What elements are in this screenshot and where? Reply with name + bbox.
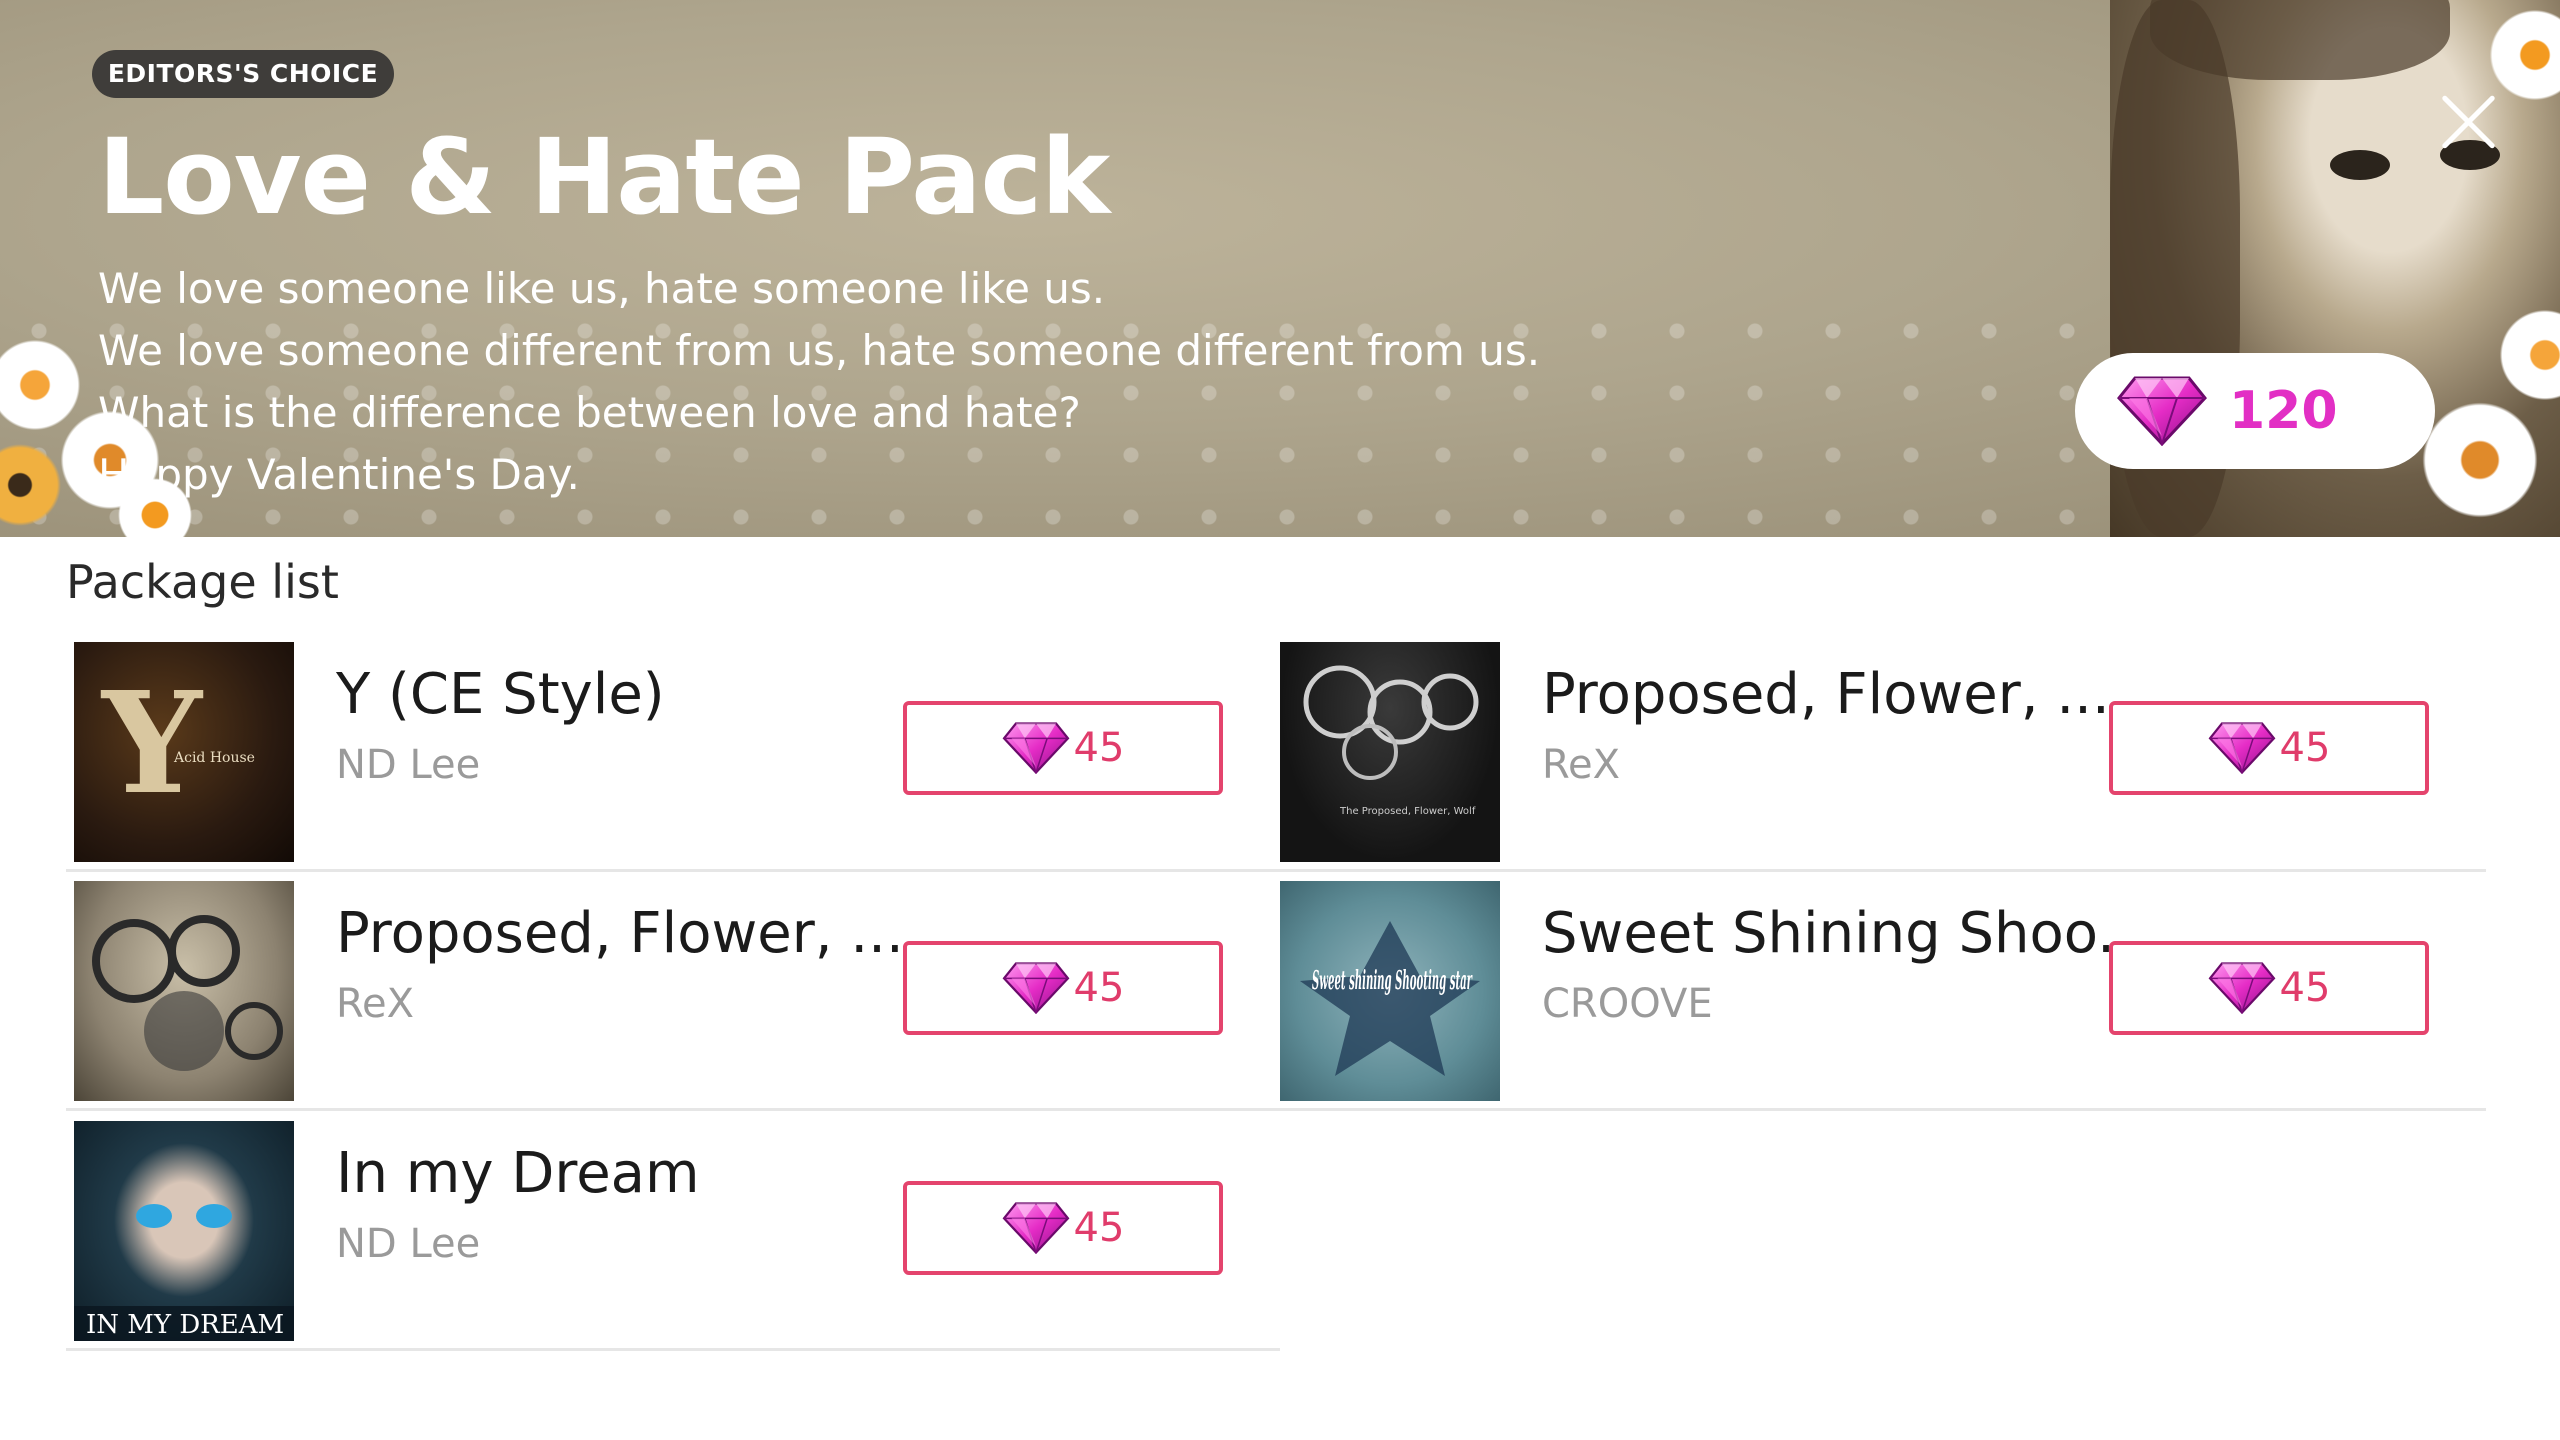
cover-art: IN MY DREAM [74, 1204, 294, 1341]
package-list-heading: Package list [66, 555, 339, 609]
song-artist: ReX [336, 981, 415, 1027]
gem-icon [2208, 722, 2276, 774]
row-divider [66, 869, 1280, 872]
cover-art: The Proposed, Flower, Wolf [1303, 665, 1479, 817]
close-icon[interactable] [2432, 86, 2504, 158]
pack-title: Love & Hate Pack [98, 116, 1110, 238]
song-title: Proposed, Flower, ... [1542, 662, 2110, 727]
pack-banner: EDITORS'S CHOICE Love & Hate Pack We lov… [0, 0, 2560, 537]
buy-song-button[interactable]: 45 [2109, 701, 2429, 795]
song-title: In my Dream [336, 1141, 700, 1206]
row-divider [1272, 1108, 2486, 1111]
row-divider [66, 1108, 1280, 1111]
buy-song-button[interactable]: 45 [2109, 941, 2429, 1035]
album-cover: The Proposed, Flower, Wolf [1280, 642, 1500, 862]
song-price: 45 [2279, 965, 2331, 1011]
buy-song-button[interactable]: 45 [903, 701, 1223, 795]
description-line: What is the difference between love and … [98, 388, 1081, 437]
album-cover: Sweet shining Shooting star [1280, 881, 1500, 1101]
row-divider [1272, 869, 2486, 872]
song-artist: ReX [1542, 742, 1621, 788]
album-cover: IN MY DREAM [74, 1121, 294, 1341]
gem-icon [2208, 962, 2276, 1014]
cover-caption: Sweet shining Shooting star [1312, 966, 1473, 996]
description-line: We love someone like us, hate someone li… [98, 264, 1106, 313]
song-title: Sweet Shining Shoo... [1542, 901, 2151, 966]
description-line: We love someone different from us, hate … [98, 326, 1541, 375]
song-price: 45 [2279, 725, 2331, 771]
gem-icon [1002, 722, 1070, 774]
cover-subtitle: Acid House [173, 750, 255, 766]
cover-art: Y Acid House [100, 662, 255, 826]
description-line: Happy Valentine's Day. [98, 450, 580, 499]
song-price: 45 [1073, 1205, 1125, 1251]
song-artist: ND Lee [336, 1221, 481, 1267]
cover-art [92, 915, 283, 1071]
buy-song-button[interactable]: 45 [903, 941, 1223, 1035]
song-row: The Proposed, Flower, Wolf Proposed, Flo… [1272, 634, 2486, 872]
pack-buy-button[interactable]: 120 [2075, 353, 2435, 469]
pack-price: 120 [2229, 381, 2338, 441]
song-artist: ND Lee [336, 742, 481, 788]
gem-icon [1002, 1202, 1070, 1254]
cover-caption: The Proposed, Flower, Wolf [1339, 806, 1476, 817]
song-row: Y Acid House Y (CE Style) ND Lee 45 [66, 634, 1280, 872]
buy-song-button[interactable]: 45 [903, 1181, 1223, 1275]
gem-icon [2117, 376, 2207, 446]
editors-choice-badge: EDITORS'S CHOICE [92, 50, 394, 98]
song-row: IN MY DREAM In my Dream ND Lee 45 [66, 1113, 1280, 1351]
cover-art: Sweet shining Shooting star [1300, 921, 1480, 1076]
album-cover: Y Acid House [74, 642, 294, 862]
song-row: Proposed, Flower, ... ReX 45 [66, 873, 1280, 1111]
song-row: Sweet shining Shooting star Sweet Shinin… [1272, 873, 2486, 1111]
song-price: 45 [1073, 965, 1125, 1011]
row-divider [66, 1348, 1280, 1351]
pack-description: We love someone like us, hate someone li… [98, 258, 1698, 506]
song-title: Proposed, Flower, ... [336, 901, 904, 966]
song-artist: CROOVE [1542, 981, 1713, 1027]
album-cover [74, 881, 294, 1101]
song-price: 45 [1073, 725, 1125, 771]
gem-icon [1002, 962, 1070, 1014]
song-title: Y (CE Style) [336, 662, 665, 727]
cover-letter: Y [100, 662, 204, 826]
cover-caption: IN MY DREAM [86, 1310, 284, 1340]
